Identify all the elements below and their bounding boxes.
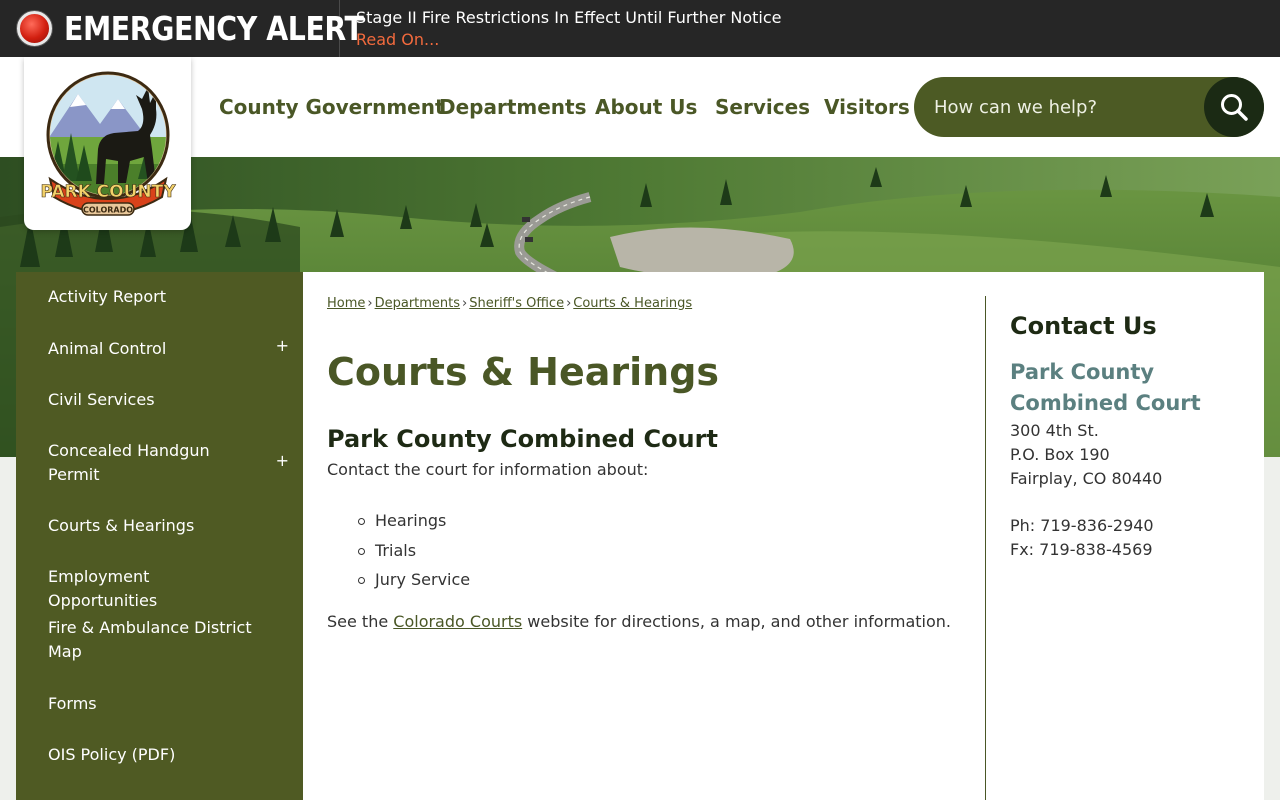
expand-plus-icon[interactable]: + [276,334,289,358]
see-prefix: See the [327,612,394,631]
search-button[interactable] [1204,77,1264,137]
topic-list: Hearings Trials Jury Service [357,506,470,595]
sidebar-item-label: Activity Report [48,287,166,306]
contact-phone: Ph: 719-836-2940 [1010,516,1154,535]
nav-visitors[interactable]: Visitors [824,95,910,119]
contact-spacer [1010,491,1250,514]
breadcrumb-separator: › [462,296,468,311]
sidebar-item-forms[interactable]: Forms [16,692,303,716]
county-logo[interactable]: PARK COUNTY COLORADO [24,57,191,230]
alert-message: Stage II Fire Restrictions In Effect Unt… [356,7,782,27]
nav-departments[interactable]: Departments [439,95,587,119]
nav-about-us[interactable]: About Us [595,95,697,119]
sidebar-item-civil-services[interactable]: Civil Services [16,388,303,412]
search-icon [1221,94,1248,121]
sidebar-item-label: OIS Policy (PDF) [48,745,176,764]
contact-name: Park County Combined Court [1010,360,1201,415]
colorado-courts-link[interactable]: Colorado Courts [393,612,522,631]
contact-panel: Contact Us Park County Combined Court 30… [1010,310,1250,562]
sidebar-item-ois-policy[interactable]: OIS Policy (PDF) [16,743,303,767]
contact-address-line: 300 4th St. [1010,421,1099,440]
alert-title: EMERGENCY ALERT [64,9,364,48]
breadcrumb-courts-hearings[interactable]: Courts & Hearings [573,296,692,311]
alert-read-on-link[interactable]: Read On... [356,29,782,51]
logo-state-text: COLORADO [82,205,132,214]
contact-fax: Fx: 719-838-4569 [1010,540,1153,559]
breadcrumb-separator: › [566,296,572,311]
search-input[interactable] [934,91,1194,123]
sidebar-item-label: Employment Opportunities [48,567,158,610]
nav-services[interactable]: Services [715,95,810,119]
sidebar-item-label: Fire & Ambulance District Map [48,618,252,661]
sidebar-item-concealed-handgun-permit[interactable]: Concealed Handgun Permit + [16,439,303,487]
nav-county-government[interactable]: County Government [219,95,445,119]
list-item: Hearings [357,506,470,536]
logo-county-text: PARK COUNTY [40,182,176,202]
contact-title: Contact Us [1010,312,1157,340]
contact-address-line: Fairplay, CO 80440 [1010,469,1163,488]
intro-text: Contact the court for information about: [327,460,649,479]
sidebar-item-label: Animal Control [48,339,167,358]
list-item: Jury Service [357,565,470,595]
contact-address-line: P.O. Box 190 [1010,445,1110,464]
sidebar-item-employment-opportunities[interactable]: Employment Opportunities [16,565,303,613]
breadcrumb-departments[interactable]: Departments [375,296,460,311]
list-item: Trials [357,536,470,566]
alert-content: Stage II Fire Restrictions In Effect Unt… [340,7,782,51]
breadcrumb-separator: › [367,296,373,311]
see-courts-text: See the Colorado Courts website for dire… [327,612,951,631]
emergency-alert-bar: EMERGENCY ALERT Stage II Fire Restrictio… [0,0,1280,57]
alert-beacon-icon [17,11,52,46]
content-divider [985,296,986,800]
breadcrumb-sheriffs-office[interactable]: Sheriff's Office [469,296,564,311]
sidebar-item-label: Forms [48,694,97,713]
see-suffix: website for directions, a map, and other… [522,612,951,631]
department-sidebar: Activity Report Animal Control + Civil S… [16,272,303,800]
breadcrumb-home[interactable]: Home [327,296,365,311]
park-county-logo-icon: PARK COUNTY COLORADO [40,71,176,216]
sidebar-item-label: Concealed Handgun Permit [48,441,210,484]
sidebar-item-label: Civil Services [48,390,155,409]
site-search [914,77,1264,137]
sidebar-item-animal-control[interactable]: Animal Control + [16,334,303,361]
sidebar-item-activity-report[interactable]: Activity Report [16,285,303,309]
sidebar-item-label: Courts & Hearings [48,516,195,535]
sidebar-item-fire-ambulance-map[interactable]: Fire & Ambulance District Map [16,616,303,664]
section-title: Park County Combined Court [327,425,718,453]
page-title: Courts & Hearings [327,350,720,394]
main-content: Home › Departments › Sheriff's Office › Courts… [303,272,1264,800]
alert-heading: EMERGENCY ALERT [0,0,364,57]
breadcrumb: Home › Departments › Sheriff's Office › Courts… [327,296,692,311]
expand-plus-icon[interactable]: + [276,449,289,473]
sidebar-item-courts-hearings[interactable]: Courts & Hearings [16,514,303,538]
